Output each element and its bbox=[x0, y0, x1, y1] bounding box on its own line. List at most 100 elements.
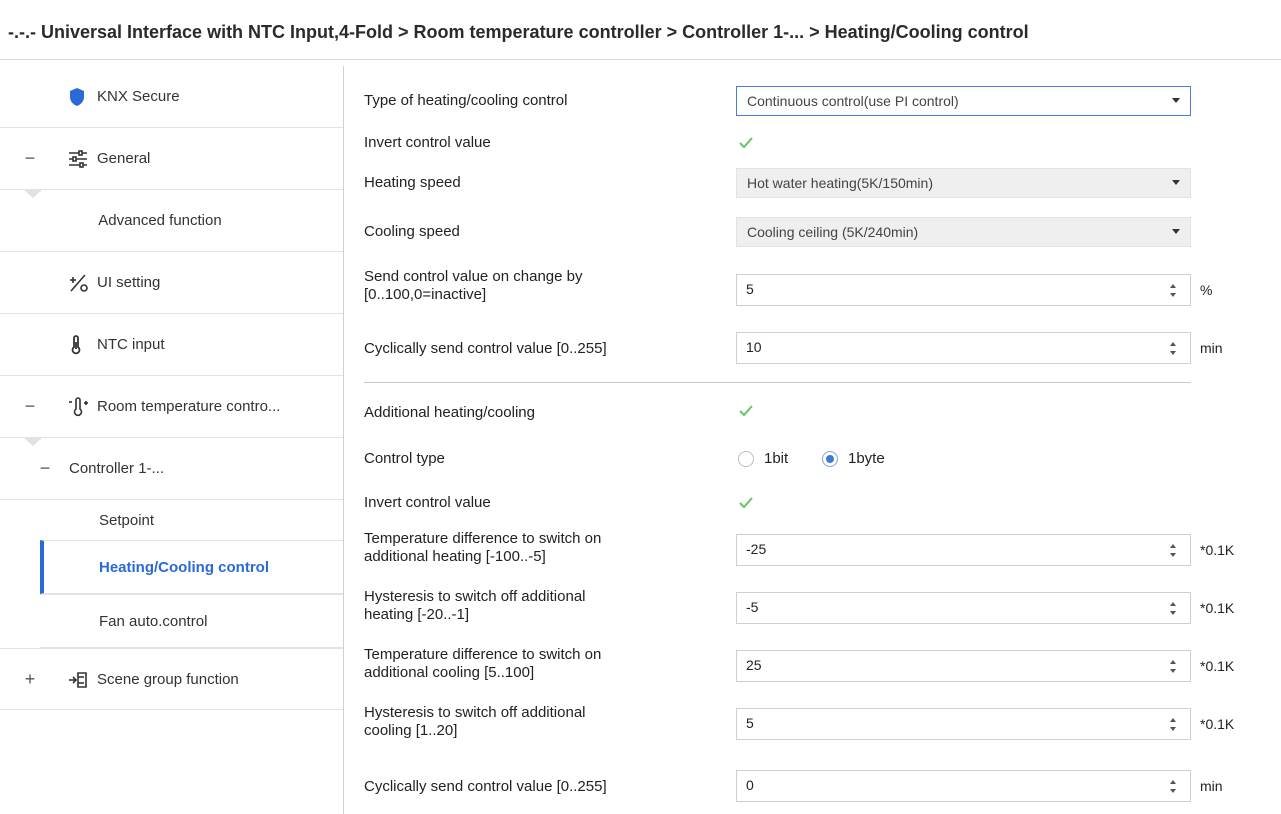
param-label: Additional heating/cooling bbox=[364, 404, 535, 421]
label-line: Temperature difference to switch on bbox=[364, 646, 602, 663]
sidebar-item-room-temperature-controller[interactable]: − Room temperature contro... bbox=[0, 376, 343, 438]
param-label: Control type bbox=[364, 450, 445, 467]
spin-down-icon[interactable] bbox=[1170, 669, 1176, 673]
cyclic-2-spinbox[interactable] bbox=[736, 770, 1191, 802]
spin-up-icon[interactable] bbox=[1170, 602, 1176, 606]
temp-diff-cool-spinbox[interactable] bbox=[736, 650, 1191, 682]
row-cooling-speed: Cooling speed Cooling ceiling (5K/240min… bbox=[346, 217, 1281, 247]
label-line: Hysteresis to switch off additional bbox=[364, 588, 586, 605]
sidebar-item-heating-cooling-control[interactable]: Heating/Cooling control bbox=[40, 540, 343, 594]
section-divider bbox=[364, 382, 1191, 383]
parameter-panel: Type of heating/cooling control Continuo… bbox=[346, 66, 1281, 814]
spin-down-icon[interactable] bbox=[1170, 789, 1176, 793]
sidebar-item-scene-group-function[interactable]: + Scene group function bbox=[0, 648, 343, 710]
collapse-toggle[interactable]: − bbox=[38, 458, 52, 479]
param-label: Hysteresis to switch off additional cool… bbox=[364, 704, 586, 740]
radio-1byte[interactable] bbox=[822, 451, 838, 467]
cyclic-1-input[interactable] bbox=[746, 339, 1126, 355]
radio-label: 1byte bbox=[848, 450, 885, 467]
select-value: Hot water heating(5K/150min) bbox=[747, 175, 933, 191]
sidebar: KNX Secure − General Advanced function U… bbox=[0, 66, 344, 814]
radio-label: 1bit bbox=[764, 450, 789, 467]
param-label: Cyclically send control value [0..255] bbox=[364, 340, 607, 357]
sidebar-item-label: Controller 1-... bbox=[69, 460, 165, 477]
room-thermometer-icon bbox=[68, 397, 88, 417]
hyst-cool-spinbox[interactable] bbox=[736, 708, 1191, 740]
spin-down-icon[interactable] bbox=[1170, 553, 1176, 557]
param-label: Hysteresis to switch off additional heat… bbox=[364, 588, 586, 624]
collapse-toggle[interactable]: − bbox=[23, 148, 37, 169]
send-on-change-spinbox[interactable] bbox=[736, 274, 1191, 306]
send-on-change-input[interactable] bbox=[746, 281, 1126, 297]
spin-down-icon[interactable] bbox=[1170, 293, 1176, 297]
sidebar-item-label: Setpoint bbox=[99, 512, 155, 529]
cyclic-2-input[interactable] bbox=[746, 777, 1126, 793]
param-label: Send control value on change by [0..100,… bbox=[364, 268, 583, 304]
param-label: Temperature difference to switch on addi… bbox=[364, 646, 601, 682]
spin-up-icon[interactable] bbox=[1170, 780, 1176, 784]
type-control-select[interactable]: Continuous control(use PI control) bbox=[736, 86, 1191, 116]
hyst-heat-spinbox[interactable] bbox=[736, 592, 1191, 624]
label-line: additional cooling [5..100] bbox=[364, 664, 535, 681]
sidebar-item-controller-1[interactable]: − Controller 1-... bbox=[0, 438, 343, 500]
additional-checkbox[interactable] bbox=[738, 403, 754, 419]
sidebar-item-label: NTC input bbox=[97, 336, 165, 353]
thermometer-icon bbox=[68, 335, 88, 355]
spin-up-icon[interactable] bbox=[1170, 284, 1176, 288]
hyst-cool-input[interactable] bbox=[746, 715, 1126, 731]
invert-control-checkbox[interactable] bbox=[738, 135, 754, 151]
param-label: Invert control value bbox=[364, 494, 491, 511]
sidebar-item-knx-secure[interactable]: KNX Secure bbox=[0, 66, 343, 128]
row-temp-diff-cool: Temperature difference to switch on addi… bbox=[346, 646, 1281, 690]
temp-diff-heat-input[interactable] bbox=[746, 541, 1126, 557]
cyclic-1-spinbox[interactable] bbox=[736, 332, 1191, 364]
spin-down-icon[interactable] bbox=[1170, 727, 1176, 731]
row-additional: Additional heating/cooling bbox=[346, 398, 1281, 428]
cooling-speed-select[interactable]: Cooling ceiling (5K/240min) bbox=[736, 217, 1191, 247]
sidebar-item-fan-auto-control[interactable]: Fan auto.control bbox=[40, 594, 343, 648]
sidebar-item-ui-setting[interactable]: UI setting bbox=[0, 252, 343, 314]
temp-diff-heat-spinbox[interactable] bbox=[736, 534, 1191, 566]
label-line: Send control value on change by bbox=[364, 268, 583, 285]
ui-setting-icon bbox=[68, 273, 88, 293]
sidebar-item-setpoint[interactable]: Setpoint bbox=[0, 500, 343, 540]
invert-control-checkbox-2[interactable] bbox=[738, 495, 754, 511]
spin-up-icon[interactable] bbox=[1170, 544, 1176, 548]
label-line: heating [-20..-1] bbox=[364, 606, 470, 623]
spin-up-icon[interactable] bbox=[1170, 718, 1176, 722]
temp-diff-cool-input[interactable] bbox=[746, 657, 1126, 673]
unit-label: min bbox=[1200, 778, 1223, 794]
radio-1bit[interactable] bbox=[738, 451, 754, 467]
sliders-icon bbox=[68, 149, 88, 169]
sidebar-item-label: KNX Secure bbox=[97, 88, 180, 105]
sidebar-item-general[interactable]: − General bbox=[0, 128, 343, 190]
param-label: Cooling speed bbox=[364, 223, 460, 240]
row-cyclic-2: Cyclically send control value [0..255] m… bbox=[346, 770, 1281, 804]
unit-label: *0.1K bbox=[1200, 542, 1235, 558]
collapse-toggle[interactable]: − bbox=[23, 396, 37, 417]
spin-up-icon[interactable] bbox=[1170, 342, 1176, 346]
spin-up-icon[interactable] bbox=[1170, 660, 1176, 664]
spin-down-icon[interactable] bbox=[1170, 611, 1176, 615]
label-line: additional heating [-100..-5] bbox=[364, 548, 546, 565]
row-heating-speed: Heating speed Hot water heating(5K/150mi… bbox=[346, 168, 1281, 198]
check-icon bbox=[739, 405, 753, 417]
unit-label: *0.1K bbox=[1200, 716, 1235, 732]
label-line: Hysteresis to switch off additional bbox=[364, 704, 586, 721]
param-label: Invert control value bbox=[364, 134, 491, 151]
hyst-heat-input[interactable] bbox=[746, 599, 1126, 615]
param-label: Cyclically send control value [0..255] bbox=[364, 778, 607, 795]
expand-toggle[interactable]: + bbox=[23, 669, 37, 690]
unit-label: min bbox=[1200, 340, 1223, 356]
row-hyst-cool: Hysteresis to switch off additional cool… bbox=[346, 704, 1281, 748]
sidebar-item-ntc-input[interactable]: NTC input bbox=[0, 314, 343, 376]
row-invert-1: Invert control value bbox=[346, 128, 1281, 158]
spin-down-icon[interactable] bbox=[1170, 351, 1176, 355]
sidebar-item-label: Advanced function bbox=[98, 212, 222, 229]
sidebar-item-label: Heating/Cooling control bbox=[99, 559, 269, 576]
unit-label: *0.1K bbox=[1200, 658, 1235, 674]
sidebar-item-advanced-function[interactable]: Advanced function bbox=[0, 190, 343, 252]
check-icon bbox=[739, 497, 753, 509]
heating-speed-select[interactable]: Hot water heating(5K/150min) bbox=[736, 168, 1191, 198]
row-temp-diff-heat: Temperature difference to switch on addi… bbox=[346, 530, 1281, 574]
